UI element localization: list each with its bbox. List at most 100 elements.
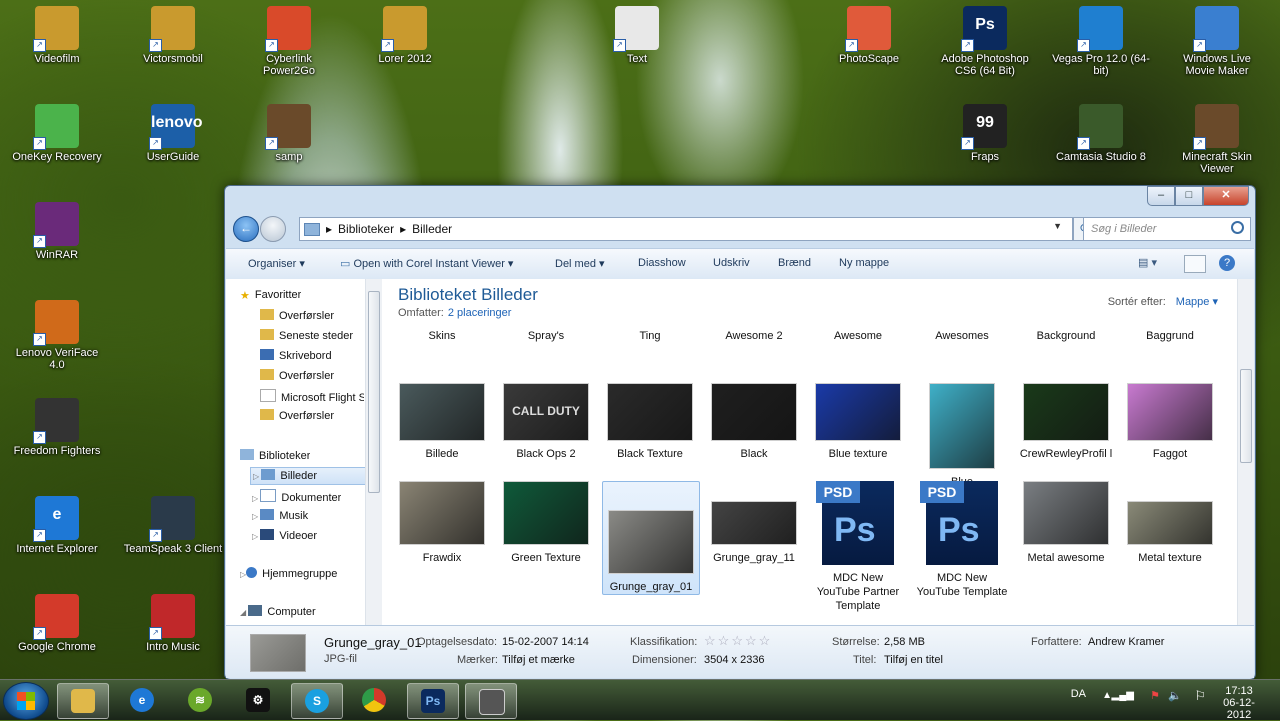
tree-item-downloads[interactable]: Overførsler (260, 309, 364, 322)
file-item[interactable]: Metal awesome (1018, 481, 1114, 565)
star-icon[interactable]: ☆ (731, 633, 743, 648)
desktop-icon-victorsmobil[interactable]: ↗ Victorsmobil (123, 6, 223, 65)
desktop-icon-samp[interactable]: ↗ samp (239, 104, 339, 163)
preview-pane-icon[interactable] (1184, 255, 1206, 273)
file-item[interactable]: Awesome (810, 323, 906, 343)
taskbar-steam[interactable]: ⚙ (233, 683, 283, 717)
desktop-icon-freedom-fighters[interactable]: ↗ Freedom Fighters (7, 398, 107, 457)
tree-item-documents[interactable]: ▷ Dokumenter (252, 489, 341, 504)
desktop-icon-windows-live-movie-maker[interactable]: ↗ Windows Live Movie Maker (1167, 6, 1267, 77)
main-scrollbar[interactable] (1237, 279, 1254, 625)
address-dropdown-icon[interactable]: ▼ (1053, 221, 1062, 231)
clock[interactable]: 17:13 06-12-2012 (1212, 685, 1266, 721)
desktop-icon-minecraft-skin-viewer[interactable]: ↗ Minecraft Skin Viewer (1167, 104, 1267, 175)
nav-scrollbar[interactable] (365, 279, 382, 625)
file-item[interactable]: Metal texture (1122, 481, 1218, 565)
open-with-button[interactable]: ▭ Open with Corel Instant Viewer ▾ (340, 257, 513, 270)
help-icon[interactable]: ? (1219, 255, 1235, 271)
back-button[interactable]: ← (233, 216, 259, 242)
desktop-icon-lenovo-veriface-4-0[interactable]: ↗ Lenovo VeriFace 4.0 (7, 300, 107, 371)
search-input[interactable]: Søg i Billeder (1083, 217, 1251, 241)
file-item[interactable]: Baggrund (1122, 323, 1218, 343)
locations-link[interactable]: 2 placeringer (448, 307, 512, 319)
desktop-icon-adobe-photoshop-cs6-64-bit[interactable]: Ps ↗ Adobe Photoshop CS6 (64 Bit) (935, 6, 1035, 77)
detail-title-value[interactable]: Tilføj en titel (884, 654, 943, 666)
view-options-icon[interactable]: ▤ ▾ (1138, 255, 1164, 271)
file-item[interactable]: Black (706, 383, 802, 461)
language-indicator[interactable]: DA (1071, 688, 1086, 700)
desktop-icon-teamspeak-3-client[interactable]: ↗ TeamSpeak 3 Client (123, 496, 223, 555)
desktop-icon-winrar[interactable]: ↗ WinRAR (7, 202, 107, 261)
desktop-icon-cyberlink-power2go[interactable]: ↗ Cyberlink Power2Go (239, 6, 339, 77)
desktop-icon-intro-music[interactable]: ↗ Intro Music (123, 594, 223, 653)
star-icon[interactable]: ☆ (759, 633, 771, 648)
file-item[interactable]: Blue (914, 383, 1010, 489)
tree-item-desktop[interactable]: Skrivebord (260, 349, 364, 362)
print-button[interactable]: Udskriv (713, 257, 750, 269)
file-item[interactable]: Billede (394, 383, 490, 461)
tree-item-computer[interactable]: ◢ Computer (240, 605, 316, 618)
file-item[interactable]: CALL DUTY Black Ops 2 (498, 383, 594, 461)
rating-stars[interactable]: ☆ ☆ ☆ ☆ ☆ (704, 633, 772, 649)
action-center-icon[interactable]: ⚑ (1150, 689, 1160, 702)
file-item[interactable]: Awesome 2 (706, 323, 802, 343)
file-item[interactable]: Blue texture (810, 383, 906, 461)
star-icon[interactable]: ☆ (718, 633, 730, 648)
file-item[interactable]: PSD Ps MDC New YouTube Template (914, 481, 1010, 599)
desktop-icon-photoscape[interactable]: ↗ PhotoScape (819, 6, 919, 65)
tree-item-music[interactable]: ▷ Musik (252, 509, 308, 522)
taskbar-explorer[interactable] (57, 683, 109, 719)
tree-item-recent[interactable]: Seneste steder (260, 329, 364, 342)
minimize-button[interactable]: – (1147, 186, 1175, 206)
file-item[interactable]: Green Texture (498, 481, 594, 565)
detail-tags-value[interactable]: Tilføj et mærke (502, 654, 575, 666)
tree-item-pictures[interactable]: ▷ Billeder (250, 467, 366, 485)
slideshow-button[interactable]: Diasshow (638, 257, 686, 269)
file-item[interactable]: Black Texture (602, 383, 698, 461)
desktop-icon-google-chrome[interactable]: ↗ Google Chrome (7, 594, 107, 653)
star-icon[interactable]: ☆ (745, 633, 757, 648)
star-icon[interactable]: ☆ (704, 633, 716, 648)
start-button[interactable] (3, 682, 49, 720)
detail-author-value[interactable]: Andrew Kramer (1088, 636, 1164, 648)
taskbar-internet-explorer[interactable]: e (117, 683, 167, 717)
taskbar-capture[interactable] (465, 683, 517, 719)
share-button[interactable]: Del med ▾ (555, 257, 605, 270)
file-item[interactable]: Faggot (1122, 383, 1218, 461)
breadcrumb-item[interactable]: Biblioteker (338, 222, 394, 236)
file-item[interactable]: CrewRewleyProfil l (1018, 383, 1114, 461)
tree-item-videos[interactable]: ▷ Videoer (252, 529, 317, 542)
file-item[interactable]: PSD Ps MDC New YouTube Partner Template (810, 481, 906, 613)
flag-icon[interactable]: ⚐ (1194, 688, 1206, 704)
desktop-icon-userguide[interactable]: lenovo ↗ UserGuide (123, 104, 223, 163)
burn-button[interactable]: Brænd (778, 257, 811, 269)
taskbar-photoshop[interactable]: Ps (407, 683, 459, 719)
file-item[interactable]: Grunge_gray_01 (602, 481, 700, 595)
file-item[interactable]: Skins (394, 323, 490, 343)
file-item[interactable]: Awesomes (914, 323, 1010, 343)
breadcrumb-item[interactable]: Billeder (412, 222, 452, 236)
maximize-button[interactable]: □ (1175, 186, 1203, 206)
desktop-icon-text[interactable]: ↗ Text (587, 6, 687, 65)
file-item[interactable]: Spray's (498, 323, 594, 343)
organize-button[interactable]: Organiser ▾ (248, 257, 305, 270)
show-hidden-icons[interactable]: ▲ (1102, 690, 1112, 701)
desktop-icon-onekey-recovery[interactable]: ↗ OneKey Recovery (7, 104, 107, 163)
taskbar-chrome[interactable] (349, 683, 399, 717)
desktop-icon-camtasia-studio-8[interactable]: ↗ Camtasia Studio 8 (1051, 104, 1151, 163)
address-bar[interactable]: ▸ Biblioteker ▸ Billeder ▼ (299, 217, 1073, 241)
volume-icon[interactable]: 🔈 (1168, 689, 1182, 702)
desktop-icon-lorer-2012[interactable]: ↗ Lorer 2012 (355, 6, 455, 65)
close-button[interactable]: ✕ (1203, 186, 1249, 206)
nav-scrollbar-thumb[interactable] (368, 291, 380, 493)
desktop-icon-fraps[interactable]: 99 ↗ Fraps (935, 104, 1035, 163)
tree-item-downloads[interactable]: Overførsler (260, 409, 364, 422)
tree-item-homegroup[interactable]: ▷ Hjemmegruppe (240, 567, 337, 580)
desktop-icon-internet-explorer[interactable]: e ↗ Internet Explorer (7, 496, 107, 555)
file-item[interactable]: Grunge_gray_11 (706, 481, 802, 565)
file-item[interactable]: Ting (602, 323, 698, 343)
file-item[interactable]: Background (1018, 323, 1114, 343)
file-item[interactable]: Frawdix (394, 481, 490, 565)
sort-by-dropdown[interactable]: Mappe ▾ (1176, 296, 1218, 308)
main-scrollbar-thumb[interactable] (1240, 369, 1252, 463)
